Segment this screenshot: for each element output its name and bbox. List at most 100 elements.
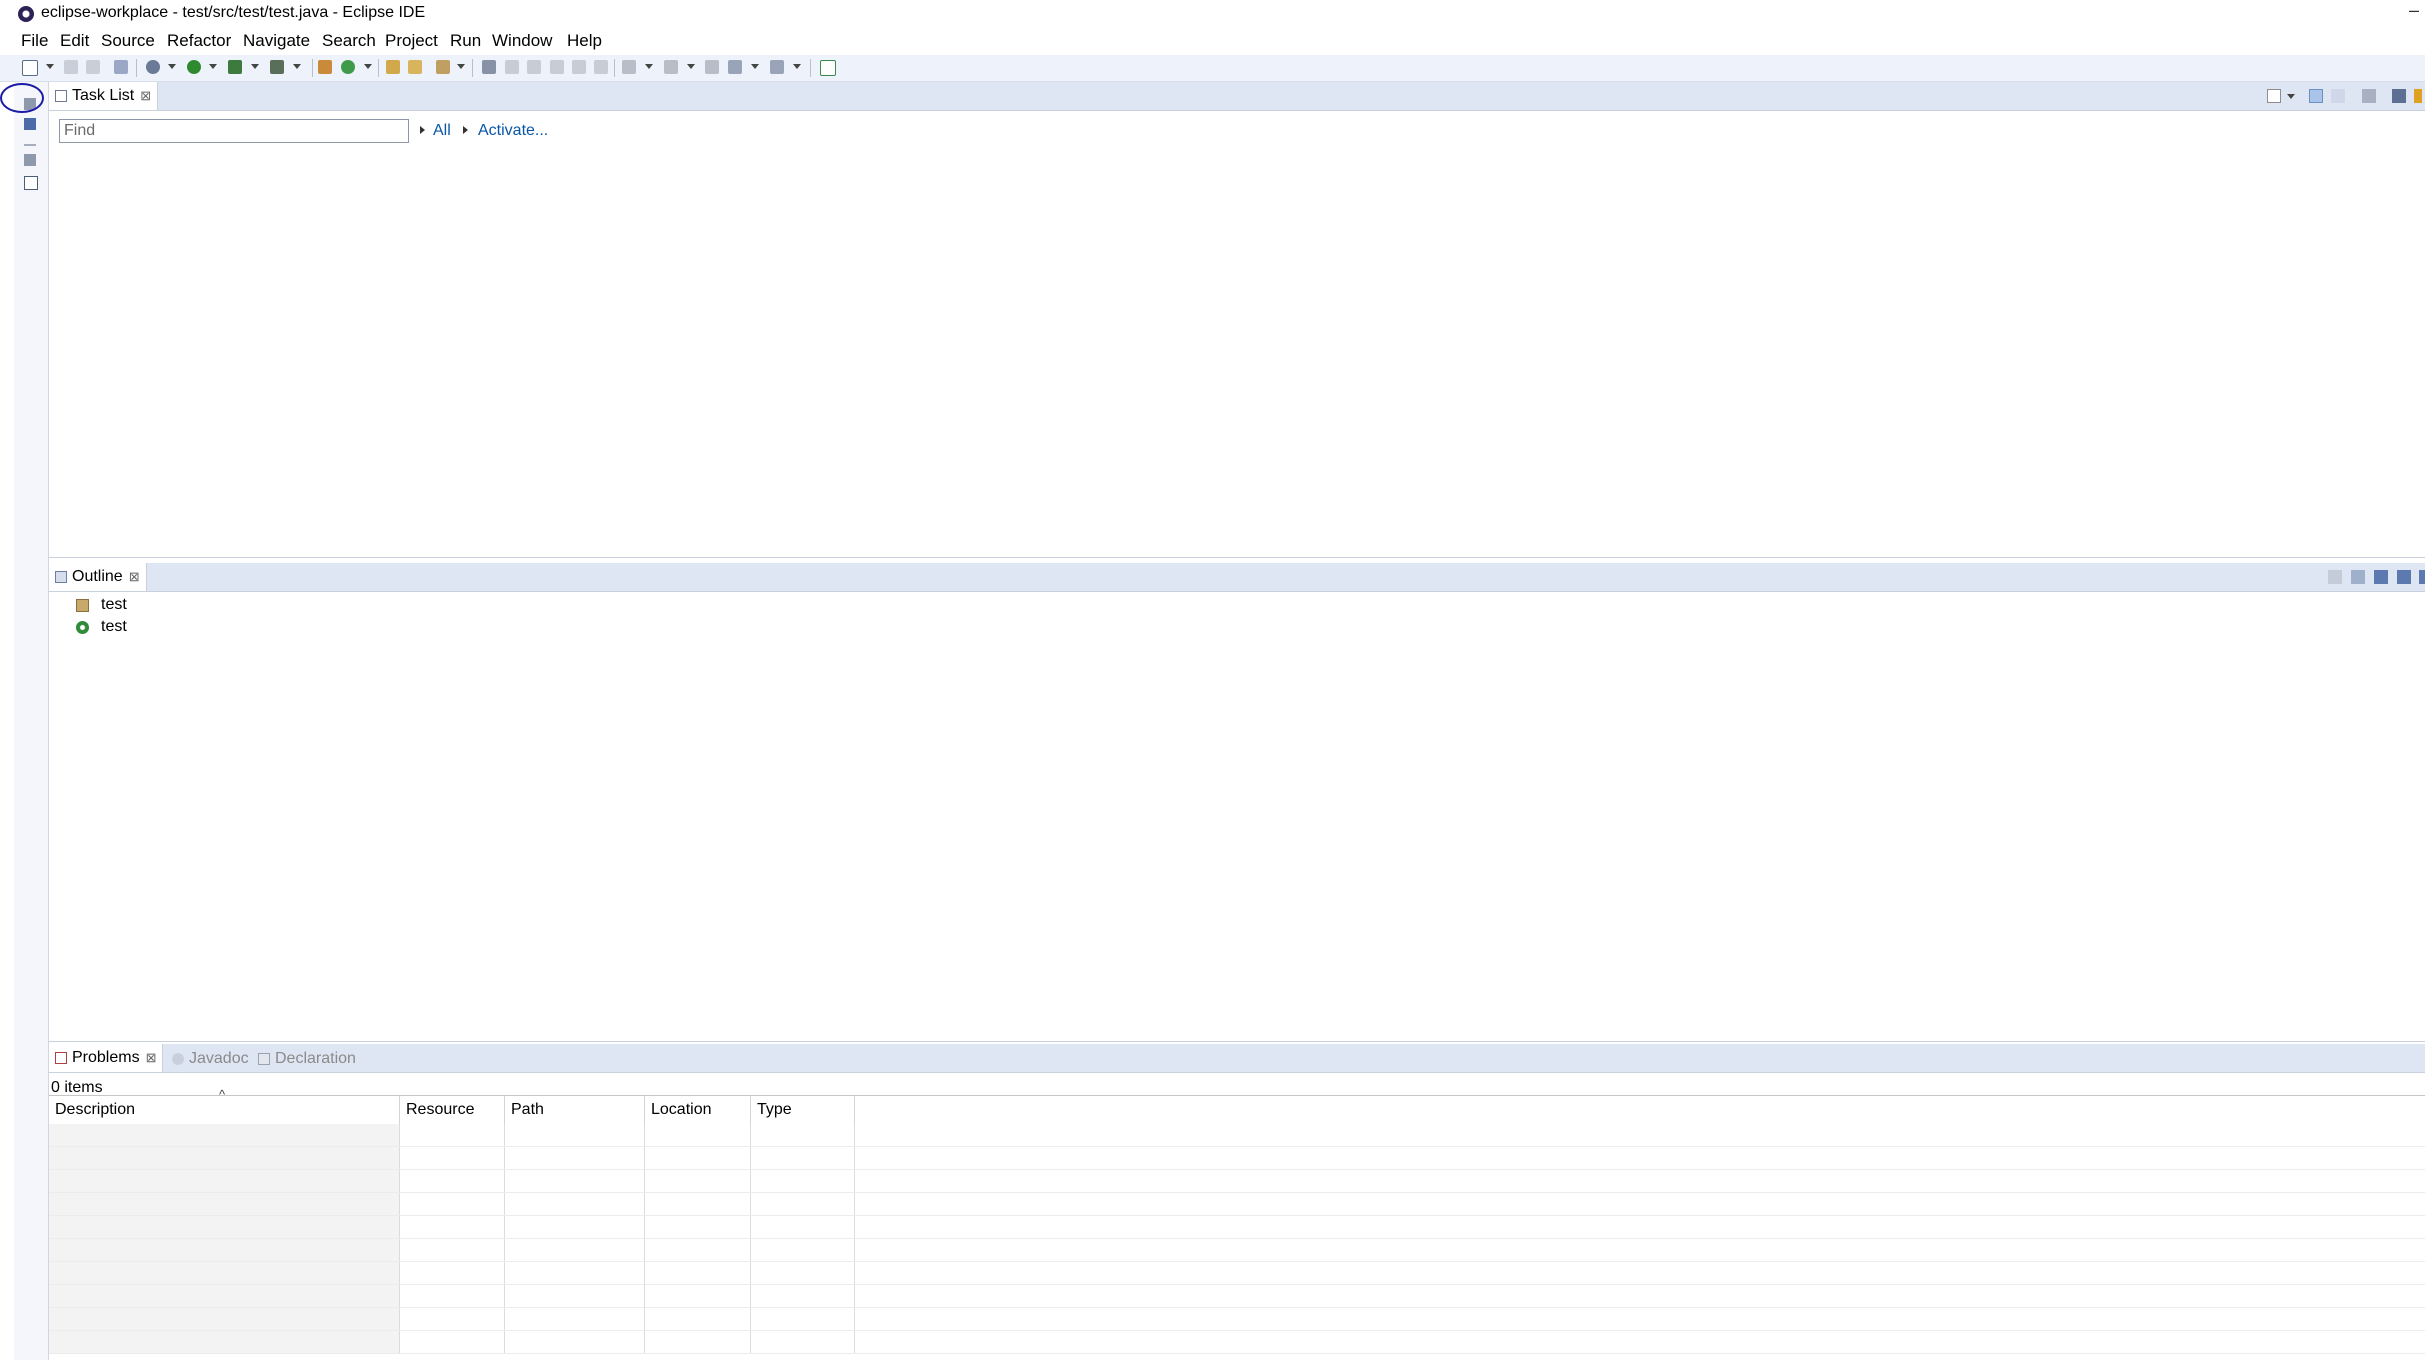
search-dropdown-icon[interactable] (457, 64, 465, 69)
menu-search[interactable]: Search (322, 31, 376, 51)
run-icon[interactable] (187, 60, 201, 74)
column-header-location[interactable]: Location (645, 1096, 751, 1124)
all-link[interactable]: All (433, 122, 451, 140)
tab-javadoc-label: Javadoc (189, 1050, 249, 1067)
new-task-icon[interactable] (2267, 89, 2281, 103)
table-cell (49, 1147, 400, 1169)
synchronize-icon[interactable] (2392, 89, 2406, 103)
activate-link[interactable]: Activate... (478, 122, 548, 140)
task-list-icon (55, 90, 67, 102)
skip-breakpoints-icon[interactable] (114, 60, 128, 74)
close-outline-button[interactable]: ⊠ (129, 569, 140, 585)
menu-window[interactable]: Window (492, 31, 552, 51)
column-header-label: Location (651, 1101, 712, 1118)
sort-icon[interactable] (2351, 570, 2365, 584)
menu-navigate[interactable]: Navigate (243, 31, 310, 51)
table-cell (49, 1193, 400, 1215)
column-header-type[interactable]: Type (751, 1096, 855, 1124)
run-dropdown-icon[interactable] (209, 64, 217, 69)
menu-edit[interactable]: Edit (60, 31, 89, 51)
minimize-button[interactable]: – (2409, 0, 2425, 21)
next-annotation-dropdown-icon[interactable] (645, 64, 653, 69)
debug-dropdown-icon[interactable] (168, 64, 176, 69)
view-menu-icon[interactable] (2414, 89, 2422, 103)
open-type-icon[interactable] (386, 60, 400, 74)
tab-javadoc[interactable]: Javadoc (172, 1050, 249, 1068)
outline-item-class[interactable]: test (76, 616, 127, 638)
task-find-input[interactable] (59, 119, 409, 143)
tab-task-list[interactable]: Task List ⊠ (49, 82, 159, 110)
title-bar: eclipse-workplace - test/src/test/test.j… (0, 0, 2425, 28)
forward-dropdown-icon[interactable] (793, 64, 801, 69)
declaration-icon (258, 1053, 270, 1065)
pilcrow-icon[interactable] (594, 60, 608, 74)
menu-refactor[interactable]: Refactor (167, 31, 231, 51)
outline-header: Outline ⊠ (49, 563, 2425, 592)
external-tools-dropdown-icon[interactable] (293, 64, 301, 69)
empty-table-row (49, 1124, 2425, 1147)
table-cell (751, 1285, 855, 1307)
scheduled-view-icon[interactable] (2331, 89, 2345, 103)
focus-workweek-icon[interactable] (2362, 89, 2376, 103)
hide-fields-icon[interactable] (2374, 570, 2388, 584)
main-toolbar (0, 55, 2425, 82)
mark-occurrences-icon[interactable] (505, 60, 519, 74)
open-perspective-icon[interactable] (820, 60, 836, 76)
external-tools-icon[interactable] (270, 60, 284, 74)
debug-icon[interactable] (146, 60, 160, 74)
toggle-block-selection-icon[interactable] (527, 60, 541, 74)
empty-table-row (49, 1170, 2425, 1193)
new-icon[interactable] (22, 60, 38, 76)
forward-icon[interactable] (770, 60, 784, 74)
outline-item-package[interactable]: test (76, 594, 127, 616)
last-edit-location-icon[interactable] (705, 60, 719, 74)
back-dropdown-icon[interactable] (751, 64, 759, 69)
new-java-class-icon[interactable] (341, 60, 355, 74)
column-header-path[interactable]: Path (505, 1096, 645, 1124)
package-explorer-icon[interactable] (24, 118, 36, 130)
next-annotation-icon[interactable] (622, 60, 636, 74)
toggle-annotation-icon[interactable] (482, 60, 496, 74)
new-task-dropdown-icon[interactable] (2287, 94, 2295, 99)
tab-problems[interactable]: Problems ⊠ (49, 1044, 164, 1072)
back-icon[interactable] (728, 60, 742, 74)
new-class-dropdown-icon[interactable] (364, 64, 372, 69)
menu-source[interactable]: Source (101, 31, 155, 51)
open-task-icon[interactable] (408, 60, 422, 74)
minimized-views-trim (14, 82, 49, 1360)
show-whitespace-icon[interactable] (572, 60, 586, 74)
column-header-resource[interactable]: Resource (400, 1096, 505, 1124)
restore-outline-icon[interactable] (24, 154, 36, 166)
coverage-dropdown-icon[interactable] (251, 64, 259, 69)
menu-file[interactable]: File (21, 31, 48, 51)
menu-project[interactable]: Project (385, 31, 438, 51)
new-java-package-icon[interactable] (318, 60, 332, 74)
coverage-icon[interactable] (228, 60, 242, 74)
empty-table-row (49, 1285, 2425, 1308)
table-cell (400, 1262, 505, 1284)
sort-ascending-icon: ^ (219, 1087, 226, 1102)
task-list-view: Task List ⊠ All Activate... (49, 82, 2425, 558)
save-all-icon[interactable] (86, 60, 100, 74)
word-wrap-icon[interactable] (550, 60, 564, 74)
column-header-description[interactable]: Description ^ (49, 1087, 400, 1124)
new-dropdown-icon[interactable] (46, 64, 54, 69)
view-menu-icon[interactable] (2419, 570, 2425, 584)
search-icon[interactable] (436, 60, 450, 74)
close-task-list-button[interactable]: ⊠ (140, 88, 151, 104)
table-cell (645, 1124, 751, 1146)
menu-run[interactable]: Run (450, 31, 481, 51)
table-cell (505, 1262, 645, 1284)
close-problems-button[interactable]: ⊠ (146, 1050, 157, 1066)
previous-annotation-icon[interactable] (664, 60, 678, 74)
hide-static-members-icon[interactable] (2397, 570, 2411, 584)
previous-annotation-dropdown-icon[interactable] (687, 64, 695, 69)
menu-help[interactable]: Help (567, 31, 602, 51)
save-icon[interactable] (64, 60, 78, 74)
outline-item-label: test (101, 596, 127, 613)
categorized-view-icon[interactable] (2309, 89, 2323, 103)
collapse-all-icon[interactable] (2328, 570, 2342, 584)
tab-declaration[interactable]: Declaration (258, 1050, 356, 1068)
tab-outline[interactable]: Outline ⊠ (49, 563, 147, 591)
editor-area-icon[interactable] (24, 176, 38, 190)
